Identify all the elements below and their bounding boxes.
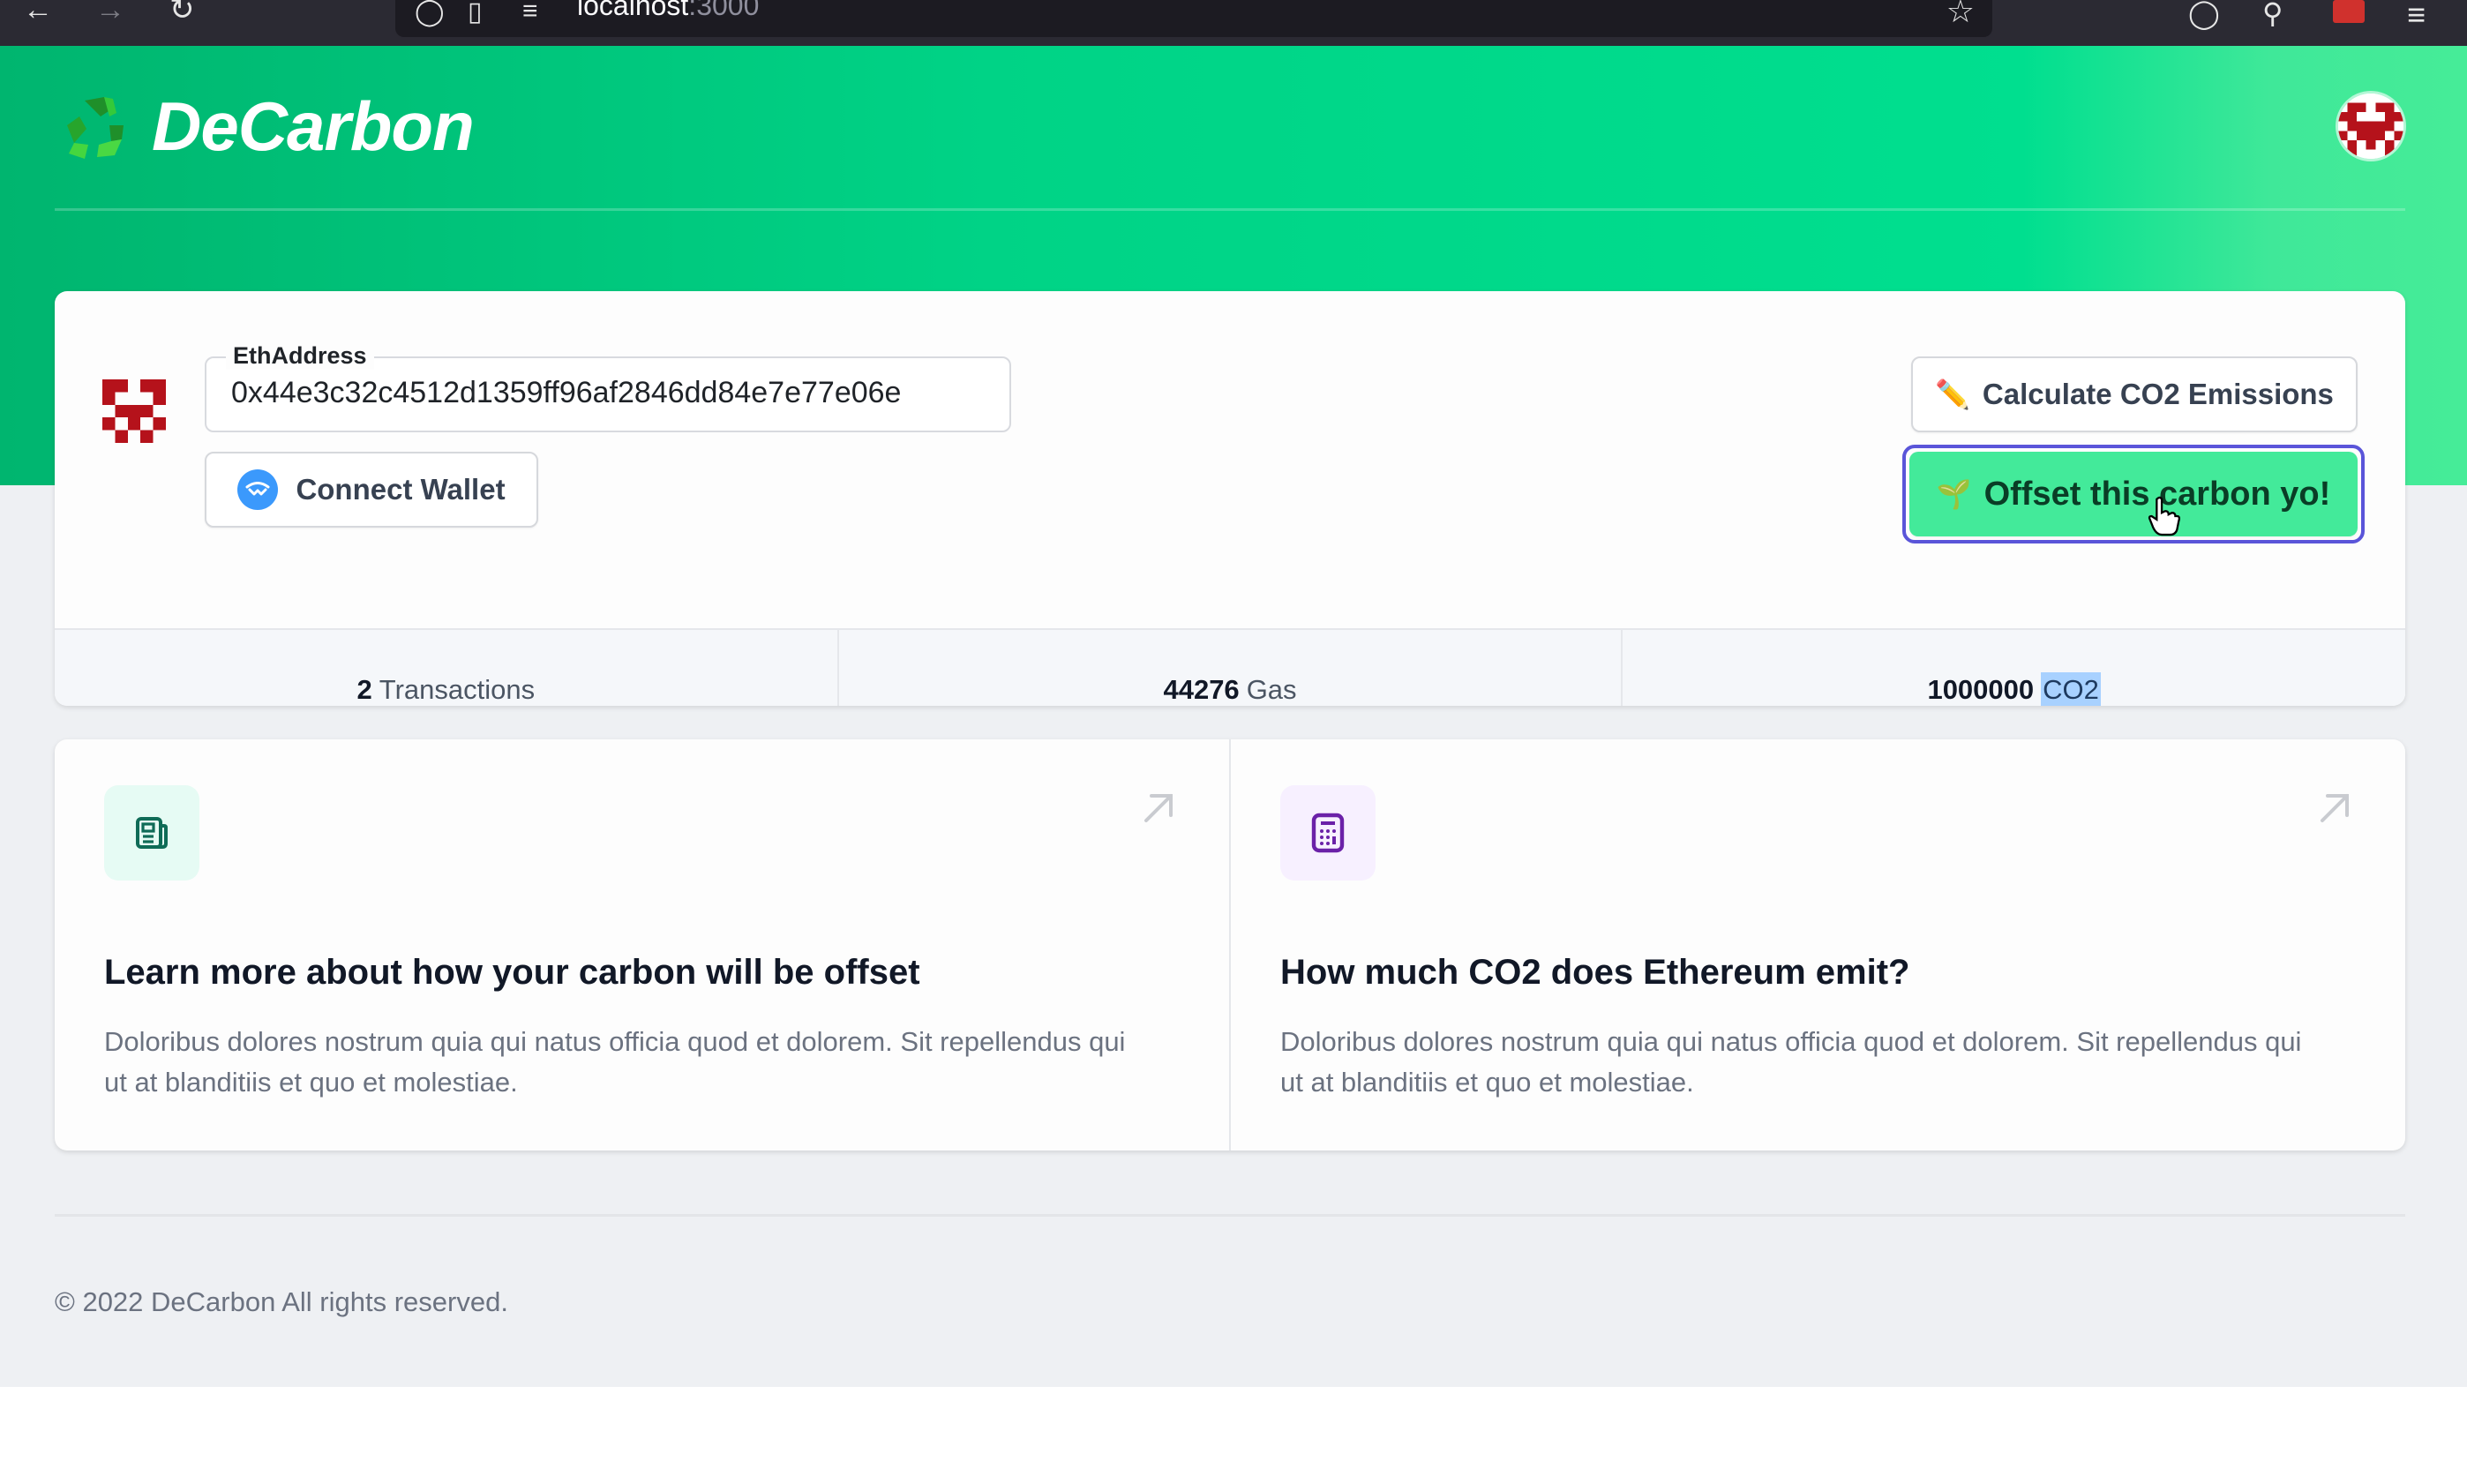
- key-icon[interactable]: ⚲: [2262, 0, 2283, 30]
- stat-co2: 1000000 CO2: [1621, 630, 2405, 706]
- wallet-card: EthAddress Connect Wallet ✏️ Calculate C…: [55, 291, 2405, 706]
- feature-description: Doloribus dolores nostrum quia qui natus…: [104, 1026, 1126, 1098]
- feature-title: How much CO2 does Ethereum emit?: [1280, 953, 1910, 992]
- stat-value: 44276: [1163, 674, 1240, 705]
- hand-cursor-icon: [2148, 496, 2181, 536]
- newspaper-icon: [136, 817, 168, 849]
- calculate-co2-label: Calculate CO2 Emissions: [1982, 378, 2334, 410]
- stat-unit: Transactions: [379, 674, 536, 705]
- stat-unit-selected: CO2: [2041, 672, 2101, 706]
- eth-address-field: EthAddress: [205, 342, 1011, 432]
- feature-card-eth-emissions[interactable]: How much CO2 does Ethereum emit? Dolorib…: [1229, 739, 2405, 1150]
- feature-title: Learn more about how your carbon will be…: [104, 953, 920, 992]
- calculator-icon: [1311, 813, 1345, 853]
- connect-wallet-label: Connect Wallet: [296, 473, 506, 506]
- feature-icon-box: [1280, 785, 1376, 881]
- feature-icon-box: [104, 785, 199, 881]
- stats-row: 2 Transactions 44276 Gas 1000000 CO2: [55, 628, 2405, 706]
- stat-unit: Gas: [1246, 674, 1297, 705]
- arrow-up-right-icon: [2321, 794, 2349, 822]
- arrow-up-right-icon: [1144, 794, 1173, 822]
- feature-description: Doloribus dolores nostrum quia qui natus…: [1280, 1026, 2302, 1098]
- identicon-icon: [102, 379, 166, 443]
- address-bar[interactable]: ◯ ▯ ≡ localhost:3000 ☆: [395, 0, 1992, 37]
- stat-transactions: 2 Transactions: [55, 630, 837, 706]
- walletconnect-icon: [237, 469, 279, 510]
- browser-toolbar: ← → ↻ ◯ ▯ ≡ localhost:3000 ☆ ◯ ⚲ ≡: [0, 0, 2467, 46]
- pencil-icon: ✏️: [1935, 378, 1970, 410]
- page-icon[interactable]: ▯: [468, 0, 483, 27]
- footer-copyright: © 2022 DeCarbon All rights reserved.: [55, 1286, 508, 1317]
- site-settings-icon[interactable]: ≡: [522, 0, 538, 26]
- feature-card-offset-info[interactable]: Learn more about how your carbon will be…: [55, 739, 1229, 1150]
- seedling-icon: 🌱: [1936, 478, 1972, 510]
- brand-logo[interactable]: DeCarbon: [58, 86, 475, 167]
- bookmark-star-icon[interactable]: ☆: [1946, 0, 1975, 30]
- back-icon[interactable]: ←: [23, 0, 53, 26]
- footer-divider: [55, 1214, 2405, 1217]
- eth-address-input[interactable]: [231, 376, 990, 410]
- url-port: :3000: [688, 0, 760, 21]
- user-avatar[interactable]: [2338, 94, 2403, 159]
- extension-icon[interactable]: [2333, 0, 2365, 23]
- page: DeCarbon EthAddress 0x44e3c32c4512d1359f…: [0, 46, 2467, 1387]
- identicon-avatar-icon: [2338, 94, 2403, 159]
- calculate-co2-button[interactable]: ✏️ Calculate CO2 Emissions: [1911, 356, 2358, 432]
- header-divider: [55, 208, 2405, 211]
- eth-address-label: EthAddress: [226, 342, 374, 370]
- reload-icon[interactable]: ↻: [169, 0, 195, 26]
- stat-value: 2: [356, 674, 372, 705]
- url-text[interactable]: localhost:3000: [577, 0, 759, 22]
- recycle-icon: [67, 96, 124, 159]
- forward-icon[interactable]: →: [95, 0, 125, 26]
- brand-name: DeCarbon: [152, 87, 475, 165]
- pocket-icon[interactable]: ◯: [2188, 0, 2220, 30]
- offset-carbon-button[interactable]: 🌱 Offset this carbon yo!: [1909, 452, 2358, 536]
- feature-cards: Learn more about how your carbon will be…: [55, 739, 2405, 1150]
- connect-wallet-button[interactable]: Connect Wallet: [205, 452, 538, 528]
- stat-value: 1000000: [1927, 674, 2035, 705]
- shield-icon[interactable]: ◯: [415, 0, 445, 27]
- url-host: localhost: [577, 0, 689, 21]
- menu-icon[interactable]: ≡: [2407, 0, 2426, 34]
- stat-gas: 44276 Gas: [836, 630, 1622, 706]
